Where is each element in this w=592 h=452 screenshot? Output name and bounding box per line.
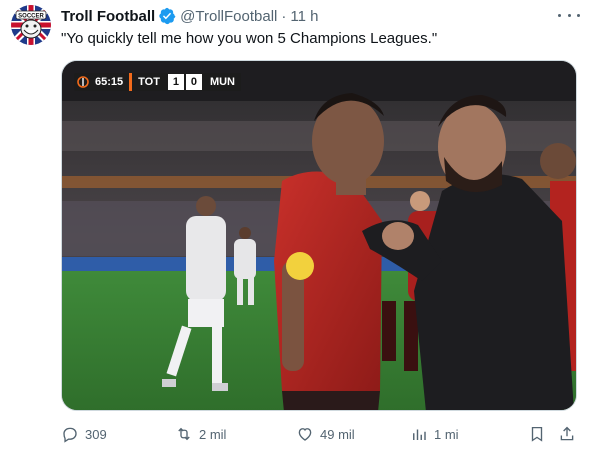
share-icon: [560, 426, 574, 441]
views-icon: [413, 429, 426, 440]
reply-icon: [63, 427, 77, 443]
share-button[interactable]: [558, 422, 582, 446]
bookmark-icon: [531, 426, 543, 442]
home-score: 1: [167, 74, 184, 90]
tweet-media[interactable]: 65:15 TOT 1 0 MUN: [61, 60, 577, 411]
like-count: 49 mil: [320, 426, 355, 442]
bookmark-button[interactable]: [528, 422, 552, 446]
repost-icon: [178, 427, 190, 441]
home-team: TOT: [132, 73, 166, 91]
verified-icon: [159, 7, 176, 25]
avatar[interactable]: SOCCER: [11, 5, 51, 45]
tweet-header: Troll Football @TrollFootball · 11 h: [61, 6, 318, 26]
views-button[interactable]: 1 mi: [410, 422, 459, 446]
competition-logo-icon: [74, 73, 92, 91]
like-button[interactable]: 49 mil: [296, 422, 355, 446]
separator: ·: [281, 7, 287, 25]
away-team: MUN: [203, 73, 241, 91]
scorebug: 65:15 TOT 1 0 MUN: [74, 73, 241, 91]
timestamp[interactable]: 11 h: [290, 8, 318, 25]
tweet[interactable]: SOCCER Troll Football @TrollFootball · 1…: [0, 0, 592, 452]
reply-button[interactable]: 309: [61, 422, 107, 446]
avatar-text: SOCCER: [18, 13, 44, 19]
match-clock: 65:15: [92, 73, 133, 91]
repost-count: 2 mil: [199, 426, 227, 442]
like-icon: [298, 428, 312, 441]
reply-count: 309: [85, 426, 107, 442]
tweet-text: "Yo quickly tell me how you won 5 Champi…: [61, 30, 438, 47]
view-count: 1 mi: [434, 426, 459, 442]
repost-button[interactable]: 2 mil: [175, 422, 226, 446]
score: 1 0: [165, 73, 204, 91]
match-photo: [62, 61, 576, 410]
more-icon[interactable]: [558, 8, 580, 22]
avatar-image: SOCCER: [11, 5, 51, 45]
handle[interactable]: @TrollFootball: [180, 8, 277, 25]
action-bar: 309 2 mil 49 mil 1 mi: [0, 422, 592, 446]
display-name[interactable]: Troll Football: [61, 8, 155, 25]
away-score: 0: [185, 74, 202, 90]
